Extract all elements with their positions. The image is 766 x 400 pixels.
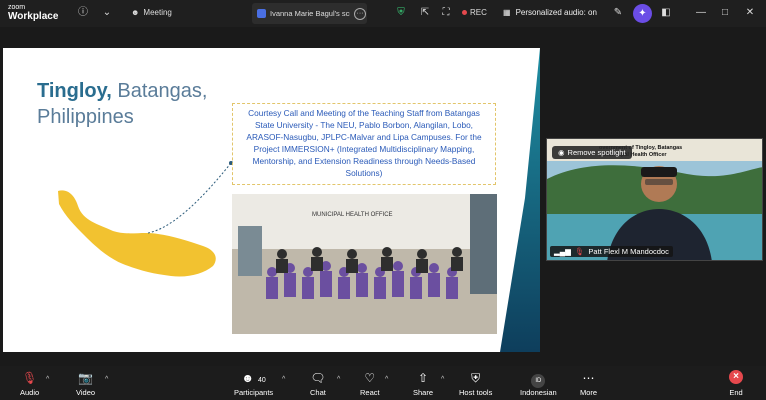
- remove-spotlight-label: Remove spotlight: [567, 148, 626, 157]
- rec-label: REC: [470, 8, 487, 17]
- mic-muted-icon: 🎙: [574, 247, 585, 256]
- meeting-toolbar: 🎙 Audio ^ 📷 Video ^ ☻ 40 Participants ^ 🗨…: [0, 366, 766, 400]
- audio-label: Audio: [20, 388, 40, 397]
- react-chevron-icon[interactable]: ^: [385, 376, 388, 383]
- meeting-label: Meeting: [143, 8, 172, 17]
- video-label: Video: [76, 388, 96, 397]
- record-dot-icon: [462, 10, 467, 15]
- personalized-audio-button[interactable]: ▦ Personalized audio: on: [503, 8, 597, 17]
- logo-line2: Workplace: [8, 11, 59, 22]
- fullscreen-icon[interactable]: ⛶: [440, 7, 452, 19]
- share-button[interactable]: ⇧ Share: [413, 370, 433, 397]
- video-options-chevron-icon[interactable]: ^: [105, 376, 108, 383]
- participants-chevron-icon[interactable]: ^: [282, 376, 285, 383]
- video-button[interactable]: 📷 Video: [76, 370, 95, 397]
- photo-sign-text: MUNICIPAL HEALTH OFFICE: [312, 212, 393, 218]
- group-photo-image: MUNICIPAL HEALTH OFFICE: [232, 194, 497, 334]
- chat-chevron-icon[interactable]: ^: [337, 376, 340, 383]
- meeting-info-icon[interactable]: ⓘ: [77, 7, 89, 19]
- language-label: Indonesian: [520, 388, 557, 397]
- pop-out-icon[interactable]: ⇱: [419, 7, 431, 19]
- audio-options-chevron-icon[interactable]: ^: [46, 376, 49, 383]
- participant-name-label: ▂▄▆ 🎙 Patt Flexl M Mandocdoc: [550, 246, 673, 257]
- more-label: More: [580, 388, 598, 397]
- maximize-icon[interactable]: □: [719, 7, 731, 19]
- remove-spotlight-button[interactable]: ◉ Remove spotlight: [552, 146, 632, 159]
- slide-title-bold: Tingloy,: [37, 80, 112, 102]
- participant-name: Patt Flexl M Mandocdoc: [588, 247, 669, 256]
- side-panel-icon[interactable]: ◧: [660, 7, 672, 19]
- signal-icon: ▂▄▆: [554, 247, 571, 256]
- chat-label: Chat: [310, 388, 326, 397]
- share-label: Share: [413, 388, 434, 397]
- group-photo: MUNICIPAL HEALTH OFFICE: [232, 194, 497, 334]
- slide-title: Tingloy, Batangas, Philippines: [37, 78, 207, 130]
- chat-button[interactable]: 🗨 Chat: [310, 370, 326, 397]
- meeting-view-button[interactable]: ☻ Meeting: [131, 8, 172, 17]
- mic-muted-icon: 🎙: [21, 371, 38, 385]
- language-badge: ID: [531, 374, 546, 388]
- shield-icon[interactable]: ⛨: [395, 7, 407, 19]
- slide-callout-text: Courtesy Call and Meeting of the Teachin…: [232, 103, 496, 185]
- end-label: End: [729, 388, 743, 397]
- slide-title-line2: Philippines: [37, 106, 134, 128]
- slide-decoration: [500, 48, 540, 352]
- end-icon: ×: [729, 370, 743, 384]
- grid-icon: ▦: [503, 8, 511, 17]
- language-button[interactable]: ID Indonesian: [520, 370, 557, 397]
- ai-companion-icon[interactable]: ✦: [633, 4, 652, 23]
- minimize-icon[interactable]: —: [695, 7, 707, 19]
- zoom-logo: zoom Workplace: [8, 3, 59, 22]
- camera-off-icon: 📷: [78, 371, 93, 385]
- participants-label: Participants: [234, 388, 274, 397]
- spotlight-icon: ◉: [558, 148, 565, 157]
- share-tab-label: Ivanna Marie Bagul's scr: [270, 9, 350, 18]
- recording-indicator[interactable]: REC: [462, 8, 487, 17]
- share-screen-icon: ⇧: [417, 371, 429, 385]
- top-bar: zoom Workplace ⓘ ⌄ ☻ Meeting Ivanna Mari…: [0, 0, 766, 27]
- share-screen-icon: [257, 9, 266, 18]
- more-icon: ⋯: [582, 371, 595, 385]
- close-icon[interactable]: ✕: [744, 7, 756, 19]
- screen-share-tab[interactable]: Ivanna Marie Bagul's scr ···: [252, 3, 367, 24]
- participant-video-tile[interactable]: overnment of Tingloy, Batangas e Municip…: [546, 138, 763, 261]
- shared-screen[interactable]: Tingloy, Batangas, Philippines Courtesy …: [3, 48, 540, 352]
- people-icon: ☻: [131, 8, 140, 17]
- language-icon: ID: [531, 370, 546, 388]
- edit-icon[interactable]: ✎: [612, 7, 624, 19]
- personalized-audio-label: Personalized audio: on: [515, 8, 597, 17]
- audio-button[interactable]: 🎙 Audio: [20, 370, 39, 397]
- chevron-down-icon[interactable]: ⌄: [101, 7, 113, 19]
- react-label: React: [360, 388, 380, 397]
- more-options-icon[interactable]: ···: [354, 7, 366, 20]
- chat-icon: 🗨: [310, 371, 326, 385]
- share-chevron-icon[interactable]: ^: [441, 376, 444, 383]
- callout-connector: [147, 161, 233, 234]
- end-button[interactable]: × End: [729, 370, 743, 397]
- more-button[interactable]: ⋯ More: [580, 370, 597, 397]
- host-tools-label: Host tools: [459, 388, 493, 397]
- participants-button[interactable]: ☻ 40 Participants: [234, 370, 273, 397]
- shield-icon: ⛨: [471, 371, 481, 385]
- react-button[interactable]: ♡ React: [360, 370, 380, 397]
- host-tools-button[interactable]: ⛨ Host tools: [459, 370, 492, 397]
- slide-title-rest: Batangas,: [117, 80, 208, 102]
- participants-count: 40: [258, 377, 266, 384]
- heart-icon: ♡: [364, 371, 376, 385]
- participants-icon: ☻ 40: [241, 371, 266, 385]
